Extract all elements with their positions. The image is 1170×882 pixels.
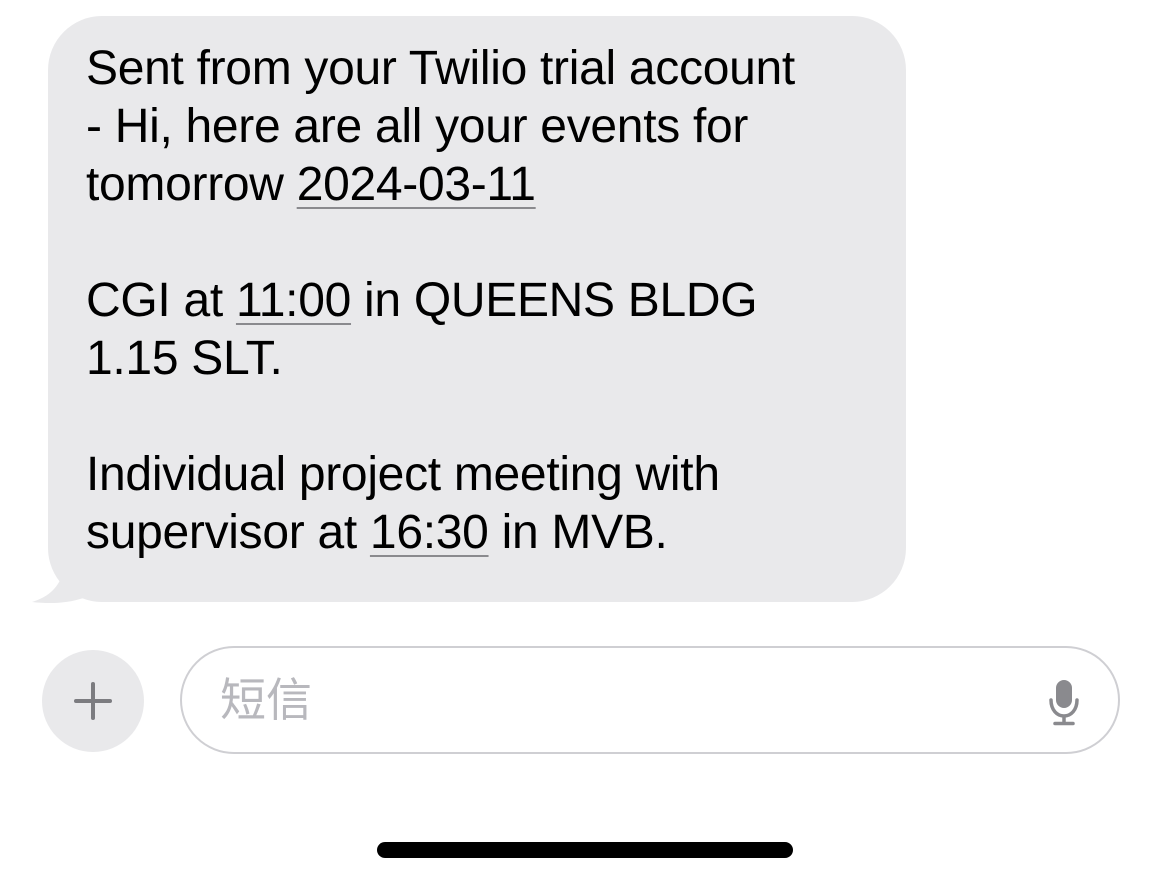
message-line: CGI at 11:00 in QUEENS BLDG [86,274,758,327]
message-line: tomorrow 2024-03-11 [86,158,536,211]
message-line: supervisor at 16:30 in MVB. [86,506,668,559]
date-link[interactable]: 2024-03-11 [297,158,536,211]
message-line: Individual project meeting with [86,448,720,501]
message-line: Sent from your Twilio trial account [86,42,795,95]
home-indicator[interactable] [377,842,793,858]
message-input-placeholder: 短信 [220,673,312,727]
plus-icon [74,682,112,720]
time-link-event2[interactable]: 16:30 [370,506,489,559]
message-line: - Hi, here are all your events for [86,100,749,153]
time-link-event1[interactable]: 11:00 [236,274,351,327]
message-line: 1.15 SLT. [86,332,283,385]
add-attachment-button[interactable] [42,650,144,752]
message-body: Sent from your Twilio trial account - Hi… [48,16,906,602]
received-message-bubble[interactable]: Sent from your Twilio trial account - Hi… [28,16,908,606]
message-input[interactable]: 短信 [180,646,1120,754]
microphone-icon[interactable] [1048,678,1080,726]
